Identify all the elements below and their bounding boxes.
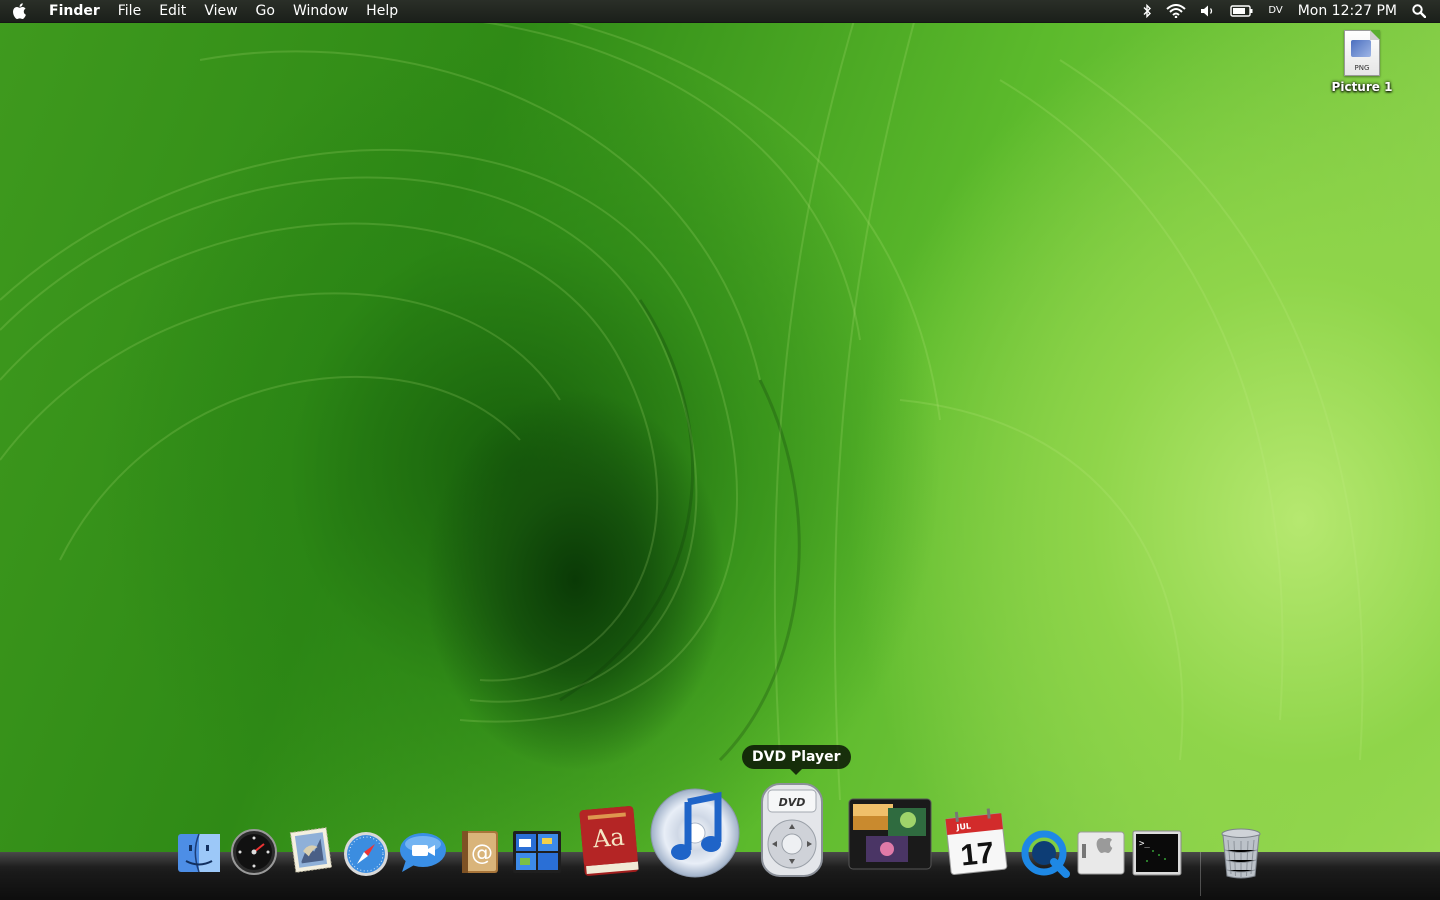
dv-indicator[interactable]: DV bbox=[1261, 0, 1289, 22]
dvd-label: DVD bbox=[779, 796, 806, 809]
dock-item-terminal[interactable]: >_ bbox=[1132, 830, 1182, 876]
desktop-wallpaper: Finder File Edit View Go Window Help DV … bbox=[0, 0, 1440, 900]
boot-camp-icon bbox=[1077, 831, 1125, 875]
menu-go[interactable]: Go bbox=[247, 0, 284, 22]
dock-item-photo-viewer[interactable] bbox=[848, 798, 932, 870]
terminal-prompt: >_ bbox=[1139, 839, 1150, 849]
mail-icon bbox=[289, 827, 333, 873]
dock-item-dvd-player[interactable]: DVD bbox=[760, 782, 824, 878]
menu-help[interactable]: Help bbox=[357, 0, 407, 22]
battery-icon[interactable] bbox=[1223, 0, 1261, 22]
dock-item-itunes[interactable] bbox=[648, 786, 742, 880]
menu-bar: Finder File Edit View Go Window Help DV … bbox=[0, 0, 1440, 23]
bluetooth-icon[interactable] bbox=[1135, 0, 1159, 22]
spaces-icon bbox=[513, 831, 561, 873]
finder-icon bbox=[178, 833, 220, 873]
dictionary-label: Aa bbox=[591, 823, 626, 854]
menu-edit[interactable]: Edit bbox=[150, 0, 195, 22]
ichat-icon bbox=[400, 833, 446, 872]
dock-separator bbox=[1200, 852, 1201, 896]
address-book-icon: @ bbox=[462, 831, 498, 873]
dock-item-mail[interactable] bbox=[288, 826, 334, 874]
dock-tooltip: DVD Player bbox=[742, 745, 851, 775]
menubar-clock[interactable]: Mon 12:27 PM bbox=[1290, 0, 1405, 22]
dock-item-address-book[interactable]: @ bbox=[458, 828, 502, 876]
ical-icon: JUL 17 bbox=[945, 808, 1008, 875]
dock-item-ichat[interactable] bbox=[398, 830, 448, 876]
menu-window[interactable]: Window bbox=[284, 0, 357, 22]
svg-text:@: @ bbox=[471, 841, 493, 866]
itunes-icon bbox=[650, 788, 740, 878]
dvd-player-icon: DVD bbox=[761, 783, 823, 877]
dock-item-trash[interactable] bbox=[1218, 826, 1264, 880]
desktop-file-label: Picture 1 bbox=[1331, 80, 1393, 94]
safari-icon bbox=[344, 832, 388, 876]
dictionary-icon: Aa bbox=[579, 806, 639, 876]
magnifier-icon[interactable] bbox=[1405, 0, 1440, 22]
ical-month: JUL bbox=[955, 821, 971, 832]
quicktime-icon bbox=[1021, 830, 1070, 878]
menu-app-finder[interactable]: Finder bbox=[40, 0, 109, 22]
dock-item-spaces[interactable] bbox=[512, 830, 562, 874]
desktop-file-picture-1[interactable]: PNG Picture 1 bbox=[1330, 30, 1394, 95]
file-type-label: PNG bbox=[1354, 64, 1370, 72]
dashboard-icon bbox=[231, 829, 277, 875]
trash-icon bbox=[1221, 828, 1261, 879]
menu-view[interactable]: View bbox=[195, 0, 246, 22]
ical-day: 17 bbox=[959, 836, 996, 872]
dock-item-dictionary[interactable]: Aa bbox=[576, 804, 642, 878]
photo-viewer-icon bbox=[848, 798, 932, 870]
dock-item-safari[interactable] bbox=[342, 830, 390, 878]
dock-item-ical[interactable]: JUL 17 bbox=[944, 806, 1008, 876]
dock-item-finder[interactable] bbox=[176, 830, 222, 876]
dock-item-quicktime[interactable] bbox=[1020, 830, 1070, 878]
png-file-icon: PNG bbox=[1344, 30, 1380, 76]
menu-file[interactable]: File bbox=[109, 0, 150, 22]
volume-icon[interactable] bbox=[1193, 0, 1223, 22]
dock-item-dashboard[interactable] bbox=[230, 828, 278, 876]
apple-menu-icon[interactable] bbox=[0, 0, 40, 22]
wifi-icon[interactable] bbox=[1159, 0, 1193, 22]
terminal-icon: >_ bbox=[1132, 830, 1182, 876]
leaf-wallpaper-veins bbox=[0, 0, 1364, 801]
dock-item-boot-camp[interactable] bbox=[1076, 830, 1126, 876]
